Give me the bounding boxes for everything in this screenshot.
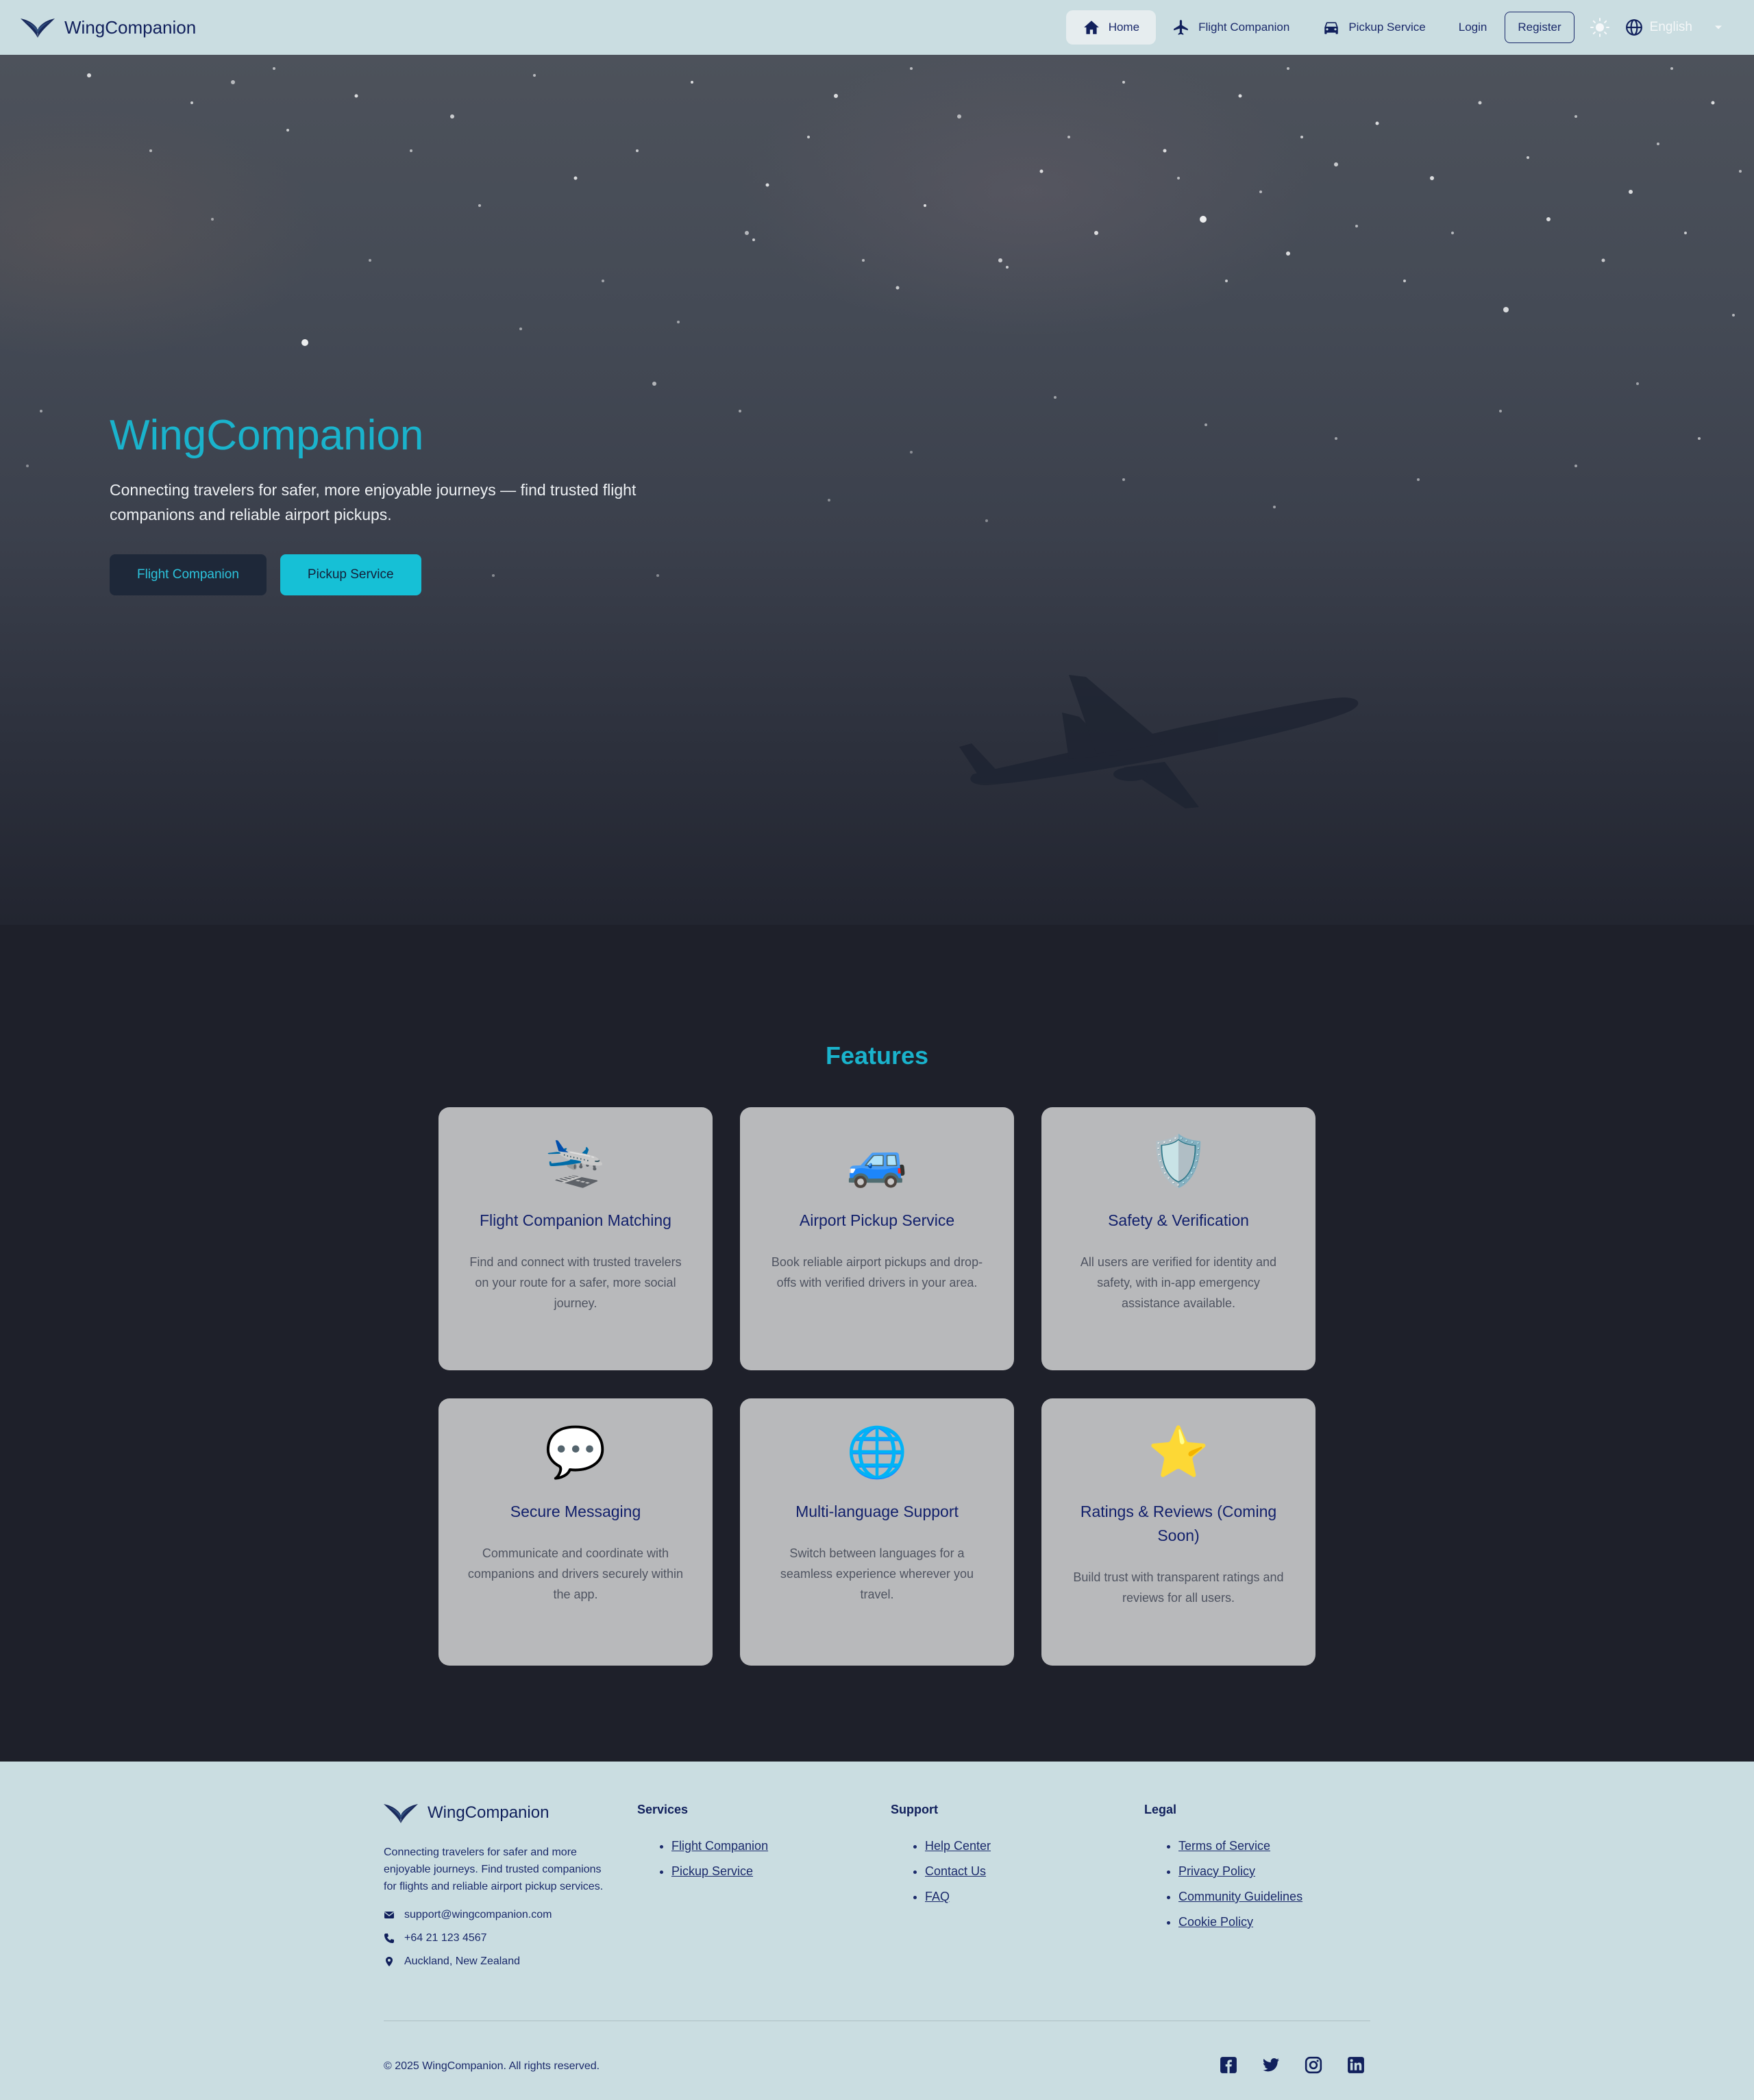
- globe-icon: [1625, 19, 1642, 36]
- footer-location-text: Auckland, New Zealand: [404, 1955, 520, 1967]
- wings-logo-icon: [21, 18, 55, 38]
- feature-card-desc: Book reliable airport pickups and drop-o…: [771, 1255, 983, 1289]
- footer-brand[interactable]: WingCompanion: [384, 1801, 610, 1825]
- feature-card-desc: All users are verified for identity and …: [1080, 1255, 1277, 1310]
- footer-legal: Legal Terms of Service Privacy Policy Co…: [1144, 1803, 1302, 1940]
- airplane-silhouette: [959, 675, 1359, 808]
- login-link[interactable]: Login: [1442, 21, 1504, 34]
- instagram-icon[interactable]: [1305, 2056, 1322, 2074]
- nav-flight-companion[interactable]: Flight Companion: [1156, 10, 1306, 45]
- features-title: Features: [825, 1041, 929, 1070]
- car-icon: [1324, 22, 1339, 34]
- footer: WingCompanion Connecting travelers for s…: [0, 1762, 1754, 2100]
- footer-email-text: support@wingcompanion.com: [404, 1909, 552, 1920]
- feature-card-title: Safety & Verification: [1108, 1211, 1249, 1229]
- nav-links: Home Flight Companion Pickup Service Log…: [1065, 0, 1733, 55]
- footer-about: WingCompanion Connecting travelers for s…: [384, 1803, 610, 1968]
- footer-link-cookie-policy[interactable]: Cookie Policy: [1178, 1915, 1302, 1929]
- footer-services-heading: Services: [637, 1803, 689, 1816]
- phone-icon: [384, 1934, 394, 1943]
- hero-title: WingCompanion: [110, 412, 424, 459]
- brand-name: WingCompanion: [64, 16, 197, 38]
- footer-support-heading: Support: [891, 1803, 938, 1816]
- feature-card-flight-companion-matching: 🛬 Flight Companion Matching Find and con…: [438, 1107, 713, 1370]
- flight-companion-button[interactable]: Flight Companion: [110, 554, 267, 595]
- sun-icon: [1590, 18, 1609, 37]
- feature-card-multi-language: 🌐 Multi-language Support Switch between …: [740, 1398, 1014, 1666]
- pickup-service-button[interactable]: Pickup Service: [280, 554, 421, 595]
- feature-card-desc: Find and connect with trusted travelers …: [469, 1255, 682, 1310]
- feature-card-safety-verification: 🛡️ Safety & Verification All users are v…: [1041, 1107, 1316, 1370]
- nav-pickup-service[interactable]: Pickup Service: [1306, 10, 1442, 45]
- hero-content: WingCompanion Connecting travelers for s…: [110, 411, 644, 595]
- nav-home[interactable]: Home: [1065, 10, 1157, 45]
- home-icon: [1083, 21, 1099, 34]
- feature-card-desc: Build trust with transparent ratings and…: [1073, 1570, 1284, 1605]
- car-icon: 🚙: [846, 1132, 908, 1189]
- language-select[interactable]: English: [1625, 18, 1725, 36]
- footer-phone-text: +64 21 123 4567: [404, 1932, 487, 1944]
- feature-card-title: Airport Pickup Service: [799, 1211, 955, 1229]
- navbar: WingCompanion Home Flight Companion Pick…: [0, 0, 1754, 55]
- language-value: English: [1649, 20, 1692, 34]
- feature-card-title: Flight Companion Matching: [480, 1211, 671, 1229]
- footer-location: Auckland, New Zealand: [384, 1955, 610, 1968]
- chevron-down-icon: [1715, 25, 1722, 29]
- footer-link-terms[interactable]: Terms of Service: [1178, 1839, 1302, 1853]
- footer-link-pickup-service[interactable]: Pickup Service: [671, 1864, 768, 1879]
- hero-subtitle: Connecting travelers for safer, more enj…: [110, 481, 637, 523]
- speech-bubble-icon: 💬: [545, 1423, 606, 1481]
- hero-section: WingCompanion Connecting travelers for s…: [0, 55, 1754, 925]
- feature-card-desc: Communicate and coordinate with companio…: [467, 1546, 684, 1601]
- footer-legal-heading: Legal: [1144, 1803, 1177, 1816]
- feature-card-airport-pickup: 🚙 Airport Pickup Service Book reliable a…: [740, 1107, 1014, 1370]
- footer-link-privacy[interactable]: Privacy Policy: [1178, 1864, 1302, 1879]
- footer-link-flight-companion[interactable]: Flight Companion: [671, 1839, 768, 1853]
- footer-copyright: © 2025 WingCompanion. All rights reserve…: [384, 2060, 600, 2072]
- footer-link-faq[interactable]: FAQ: [925, 1890, 991, 1904]
- star-icon: ⭐: [1148, 1423, 1209, 1481]
- features-section: Features 🛬 Flight Companion Matching Fin…: [0, 925, 1754, 1762]
- mail-icon: [384, 1912, 394, 1918]
- airplane-icon: [1174, 20, 1188, 35]
- footer-link-contact-us[interactable]: Contact Us: [925, 1864, 991, 1879]
- hero-buttons: Flight Companion Pickup Service: [110, 554, 644, 595]
- theme-toggle[interactable]: [1590, 17, 1610, 38]
- nav-home-label: Home: [1108, 21, 1140, 34]
- footer-link-community-guidelines[interactable]: Community Guidelines: [1178, 1890, 1302, 1904]
- footer-services: Services Flight Companion Pickup Service: [637, 1803, 768, 1890]
- nav-pickup-service-label: Pickup Service: [1348, 21, 1426, 34]
- airplane-landing-icon: 🛬: [545, 1132, 606, 1189]
- globe-icon: 🌐: [846, 1423, 908, 1481]
- footer-support: Support Help Center Contact Us FAQ: [891, 1803, 991, 1915]
- footer-description: Connecting travelers for safer and more …: [384, 1846, 604, 1892]
- feature-card-ratings-reviews: ⭐ Ratings & Reviews (Coming Soon) Build …: [1041, 1398, 1316, 1666]
- twitter-icon[interactable]: [1262, 2056, 1280, 2074]
- feature-card-title: Multi-language Support: [795, 1503, 959, 1520]
- footer-brand-name: WingCompanion: [428, 1803, 549, 1822]
- brand[interactable]: WingCompanion: [21, 16, 196, 39]
- feature-card-title: Secure Messaging: [510, 1503, 641, 1520]
- location-pin-icon: [386, 1957, 393, 1966]
- shield-icon: 🛡️: [1148, 1132, 1209, 1189]
- linkedin-icon[interactable]: [1347, 2056, 1365, 2074]
- footer-link-help-center[interactable]: Help Center: [925, 1839, 991, 1853]
- feature-card-desc: Switch between languages for a seamless …: [780, 1546, 974, 1601]
- wings-logo-icon: [384, 1804, 418, 1823]
- nav-flight-companion-label: Flight Companion: [1198, 21, 1290, 34]
- footer-phone[interactable]: +64 21 123 4567: [384, 1932, 610, 1944]
- feature-card-secure-messaging: 💬 Secure Messaging Communicate and coord…: [438, 1398, 713, 1666]
- footer-email[interactable]: support@wingcompanion.com: [384, 1909, 610, 1921]
- feature-card-title: Ratings & Reviews (Coming Soon): [1080, 1503, 1277, 1544]
- facebook-icon[interactable]: [1220, 2056, 1237, 2074]
- register-button[interactable]: Register: [1505, 12, 1574, 43]
- footer-social-links: [1220, 2056, 1365, 2074]
